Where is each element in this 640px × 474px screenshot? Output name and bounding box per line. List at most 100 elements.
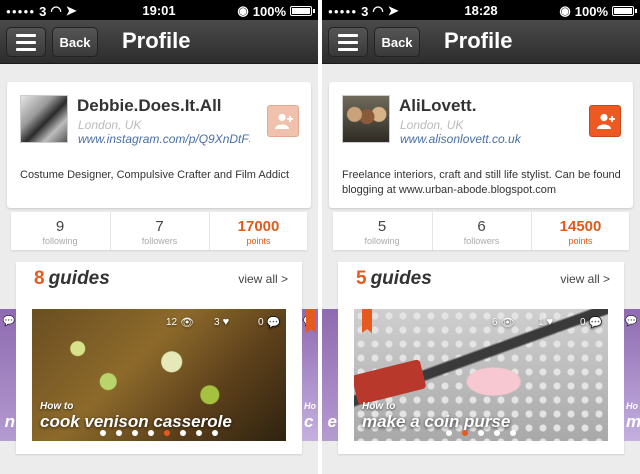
guide-card-featured[interactable]: 6 👁 1 ♥ 0 💬 How to make a coin purse — [354, 309, 608, 441]
peek-text: m — [626, 412, 640, 431]
stat-followers[interactable]: 7 followers — [110, 212, 208, 250]
stats-bar: 5 following 6 followers 14500 points — [333, 212, 629, 250]
pagination-dot[interactable] — [212, 430, 218, 436]
view-all-link[interactable]: view all > — [560, 272, 610, 286]
guides-count: 8 — [34, 268, 45, 289]
stat-value: 7 — [155, 218, 164, 235]
guide-title: cook venison casserole — [40, 412, 232, 431]
guides-heading: 5 guides — [356, 268, 432, 290]
back-button[interactable]: Back — [52, 27, 98, 57]
profile-url-link[interactable]: www.instagram.com/p/Q9XnDtFSRE/ — [78, 132, 250, 146]
carousel-next-peek[interactable]: 💬 Ho m — [624, 309, 640, 441]
avatar[interactable] — [20, 95, 68, 143]
profile-name: AliLovett. — [399, 96, 477, 115]
stat-label: following — [42, 236, 78, 246]
comment-icon: 💬 — [625, 316, 638, 327]
status-bar: ●●●●● 3 ◠ ➤ 19:01 ◉ 100% — [0, 0, 318, 20]
pagination-dot[interactable] — [494, 430, 500, 436]
nav-bar: Back Profile — [322, 20, 640, 64]
likes-count: 1 ♥ — [538, 316, 554, 328]
comment-icon: 💬 — [2, 316, 15, 327]
profile-bio: Freelance interiors, craft and still lif… — [342, 169, 621, 196]
peek-howto: Ho — [304, 401, 316, 411]
stat-following[interactable]: 9 following — [11, 212, 109, 250]
guides-count: 5 — [356, 268, 367, 289]
peek-text: c — [304, 412, 314, 431]
profile-card: Debbie.Does.It.All London, UK www.instag… — [7, 82, 311, 208]
pagination-dot[interactable] — [164, 430, 170, 436]
page-title: Profile — [122, 28, 191, 53]
stat-label: following — [364, 236, 400, 246]
profile-card: AliLovett. London, UK www.alisonlovett.c… — [329, 82, 633, 208]
profile-location: London, UK — [78, 118, 142, 132]
eye-icon: 👁 — [180, 317, 195, 329]
pagination-dot[interactable] — [180, 430, 186, 436]
profile-location: London, UK — [400, 118, 464, 132]
stat-following[interactable]: 5 following — [333, 212, 431, 250]
stat-label: points — [568, 236, 593, 246]
profile-bio: Costume Designer, Compulsive Crafter and… — [20, 169, 289, 181]
bookmark-icon — [362, 309, 372, 333]
carousel-prev-peek[interactable]: 💬 n — [0, 309, 16, 441]
comment-icon: 💬 — [266, 317, 281, 329]
stat-label: followers — [141, 236, 178, 246]
stat-label: followers — [463, 236, 500, 246]
avatar[interactable] — [342, 95, 390, 143]
guides-heading: 8 guides — [34, 268, 110, 290]
pagination-dot[interactable] — [116, 430, 122, 436]
nav-bar: Back Profile — [0, 20, 318, 64]
guide-howto-label: How to — [40, 401, 74, 412]
add-user-icon — [275, 113, 293, 129]
stat-points[interactable]: 17000 points — [209, 212, 307, 250]
pagination-dot[interactable] — [196, 430, 202, 436]
carousel-pagination — [354, 430, 608, 436]
menu-button[interactable] — [328, 27, 368, 57]
guides-label: guides — [48, 268, 110, 289]
peek-text: n — [4, 412, 15, 431]
battery-icon — [612, 6, 637, 16]
phone-screen-debbie: ●●●●● 3 ◠ ➤ 19:01 ◉ 100% Back Profile De… — [0, 0, 318, 474]
pagination-dot[interactable] — [148, 430, 154, 436]
heart-icon: ♥ — [222, 316, 230, 328]
comments-count: 0 💬 — [258, 317, 281, 329]
view-all-link[interactable]: view all > — [238, 272, 288, 286]
stats-bar: 9 following 7 followers 17000 points — [11, 212, 307, 250]
stat-value: 9 — [55, 218, 65, 235]
lock-rotation-icon: ◉ — [559, 3, 571, 18]
guide-howto-label: How to — [362, 401, 396, 412]
pagination-dot[interactable] — [462, 430, 468, 436]
back-button[interactable]: Back — [374, 27, 420, 57]
lock-rotation-icon: ◉ — [237, 3, 249, 18]
pagination-dot[interactable] — [132, 430, 138, 436]
stat-value: 17000 — [237, 218, 280, 235]
battery-percent: 100% — [574, 3, 608, 19]
status-bar: ●●●●● 3 ◠ ➤ 18:28 ◉ 100% — [322, 0, 640, 20]
profile-url-link[interactable]: www.alisonlovett.co.uk — [400, 132, 572, 146]
stat-value: 6 — [477, 218, 486, 235]
views-count: 6 👁 — [492, 317, 515, 329]
guide-title: make a coin purse — [362, 412, 511, 431]
stat-points[interactable]: 14500 points — [531, 212, 629, 250]
stat-label: points — [246, 236, 271, 246]
carousel-prev-peek[interactable]: e — [322, 309, 338, 441]
battery-icon — [290, 6, 315, 16]
bookmark-icon — [306, 309, 316, 333]
carousel-pagination — [32, 430, 286, 436]
menu-icon — [16, 33, 36, 37]
follow-button[interactable] — [267, 105, 299, 137]
battery-percent: 100% — [252, 3, 286, 19]
guides-label: guides — [370, 268, 432, 289]
comment-icon: 💬 — [588, 317, 603, 329]
pagination-dot[interactable] — [446, 430, 452, 436]
views-count: 12 👁 — [166, 317, 195, 329]
stat-followers[interactable]: 6 followers — [432, 212, 530, 250]
phone-screen-ali: ●●●●● 3 ◠ ➤ 18:28 ◉ 100% Back Profile Al… — [322, 0, 640, 474]
comments-count: 0 💬 — [580, 317, 603, 329]
pagination-dot[interactable] — [478, 430, 484, 436]
profile-name: Debbie.Does.It.All — [77, 96, 222, 115]
pagination-dot[interactable] — [100, 430, 106, 436]
follow-button[interactable] — [589, 105, 621, 137]
pagination-dot[interactable] — [510, 430, 516, 436]
menu-button[interactable] — [6, 27, 46, 57]
guide-card-featured[interactable]: 12 👁 3 ♥ 0 💬 How to cook venison casserole — [32, 309, 286, 441]
